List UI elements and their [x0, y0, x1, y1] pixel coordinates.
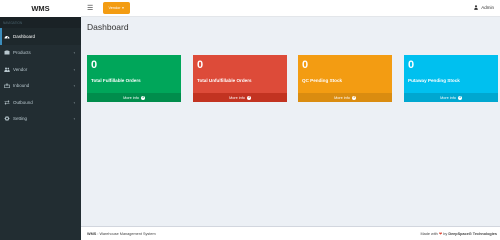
sidebar-item-label: Setting [13, 116, 28, 122]
sidebar-item-dashboard[interactable]: Dashboard [0, 28, 81, 45]
more-info-link[interactable]: More info ➜ [193, 93, 287, 102]
sidebar-item-setting[interactable]: Setting ‹ [0, 111, 81, 128]
stat-count: 0 [408, 59, 415, 71]
chevron-left-icon: ‹ [73, 50, 75, 56]
stat-box-unfulfillable-orders: 0 Total Unfulfillable Orders More info ➜ [193, 55, 287, 102]
menu-toggle-icon[interactable]: ☰ [87, 4, 93, 12]
stat-label: Putaway Pending Stock [408, 78, 460, 83]
stat-label: Total Unfulfillable Orders [197, 78, 252, 83]
stat-box-fulfillable-orders: 0 Total Fulfillable Orders More info ➜ [87, 55, 181, 102]
more-info-label: More info [440, 95, 456, 100]
main-content: Dashboard 0 Total Fulfillable Orders Mor… [81, 17, 500, 226]
caret-down-icon: ▼ [121, 6, 125, 10]
footer-app-info: WMS : Warehouse Management System [87, 232, 156, 236]
stat-count: 0 [197, 59, 204, 71]
users-icon [4, 67, 10, 72]
footer-made-with: Made with [420, 232, 438, 236]
sidebar-item-label: Products [13, 50, 31, 56]
sidebar-item-label: Vendor [13, 66, 28, 72]
stat-count: 0 [302, 59, 309, 71]
sidebar: NAVIGATION Dashboard Products ‹ Vendor ‹… [0, 17, 81, 240]
gear-icon [4, 116, 10, 122]
sidebar-item-products[interactable]: Products ‹ [0, 45, 81, 62]
sidebar-item-label: Outbound [13, 99, 33, 105]
chevron-left-icon: ‹ [73, 83, 75, 89]
arrow-circle-right-icon: ➜ [246, 95, 251, 100]
more-info-label: More info [229, 95, 245, 100]
arrow-circle-right-icon: ➜ [457, 95, 462, 100]
more-info-link[interactable]: More info ➜ [404, 93, 498, 102]
more-info-link[interactable]: More info ➜ [87, 93, 181, 102]
sidebar-item-outbound[interactable]: Outbound ‹ [0, 94, 81, 111]
sidebar-item-vendor[interactable]: Vendor ‹ [0, 61, 81, 78]
stat-label: Total Fulfillable Orders [91, 78, 141, 83]
more-info-link[interactable]: More info ➜ [298, 93, 392, 102]
footer-app-abbr: WMS [87, 231, 97, 236]
arrow-circle-right-icon: ➜ [351, 95, 356, 100]
footer-company[interactable]: DeepSpaceG Technologies [448, 232, 497, 236]
sidebar-header: NAVIGATION [0, 17, 81, 28]
stat-label: QC Pending Stock [302, 78, 343, 83]
vendor-dropdown-button[interactable]: Vendor ▼ [103, 2, 130, 14]
user-name: Admin [481, 5, 494, 10]
user-icon [474, 5, 479, 10]
outbound-icon [4, 100, 10, 105]
stat-count: 0 [91, 59, 98, 71]
arrow-circle-right-icon: ➜ [140, 95, 145, 100]
footer-app-desc: : Warehouse Management System [96, 231, 156, 236]
dashboard-icon [4, 34, 10, 39]
more-info-label: More info [334, 95, 350, 100]
chevron-left-icon: ‹ [73, 99, 75, 105]
products-icon [4, 50, 10, 55]
top-navbar: ☰ Vendor ▼ Admin [81, 0, 500, 17]
stat-box-putaway-pending-stock: 0 Putaway Pending Stock More info ➜ [404, 55, 498, 102]
brand-logo[interactable]: WMS [0, 0, 81, 17]
inbound-icon [4, 83, 10, 89]
user-menu[interactable]: Admin [474, 5, 494, 10]
footer-credits: Made with ❤ by DeepSpaceG Technologies [420, 231, 497, 236]
page-footer: WMS : Warehouse Management System Made w… [81, 226, 500, 240]
page-title: Dashboard [87, 22, 129, 32]
chevron-left-icon: ‹ [73, 116, 75, 122]
sidebar-item-label: Dashboard [13, 33, 36, 39]
sidebar-item-inbound[interactable]: Inbound ‹ [0, 78, 81, 95]
more-info-label: More info [123, 95, 139, 100]
chevron-left-icon: ‹ [73, 66, 75, 72]
stat-box-qc-pending-stock: 0 QC Pending Stock More info ➜ [298, 55, 392, 102]
vendor-dropdown-label: Vendor [108, 6, 121, 10]
sidebar-item-label: Inbound [13, 83, 30, 89]
